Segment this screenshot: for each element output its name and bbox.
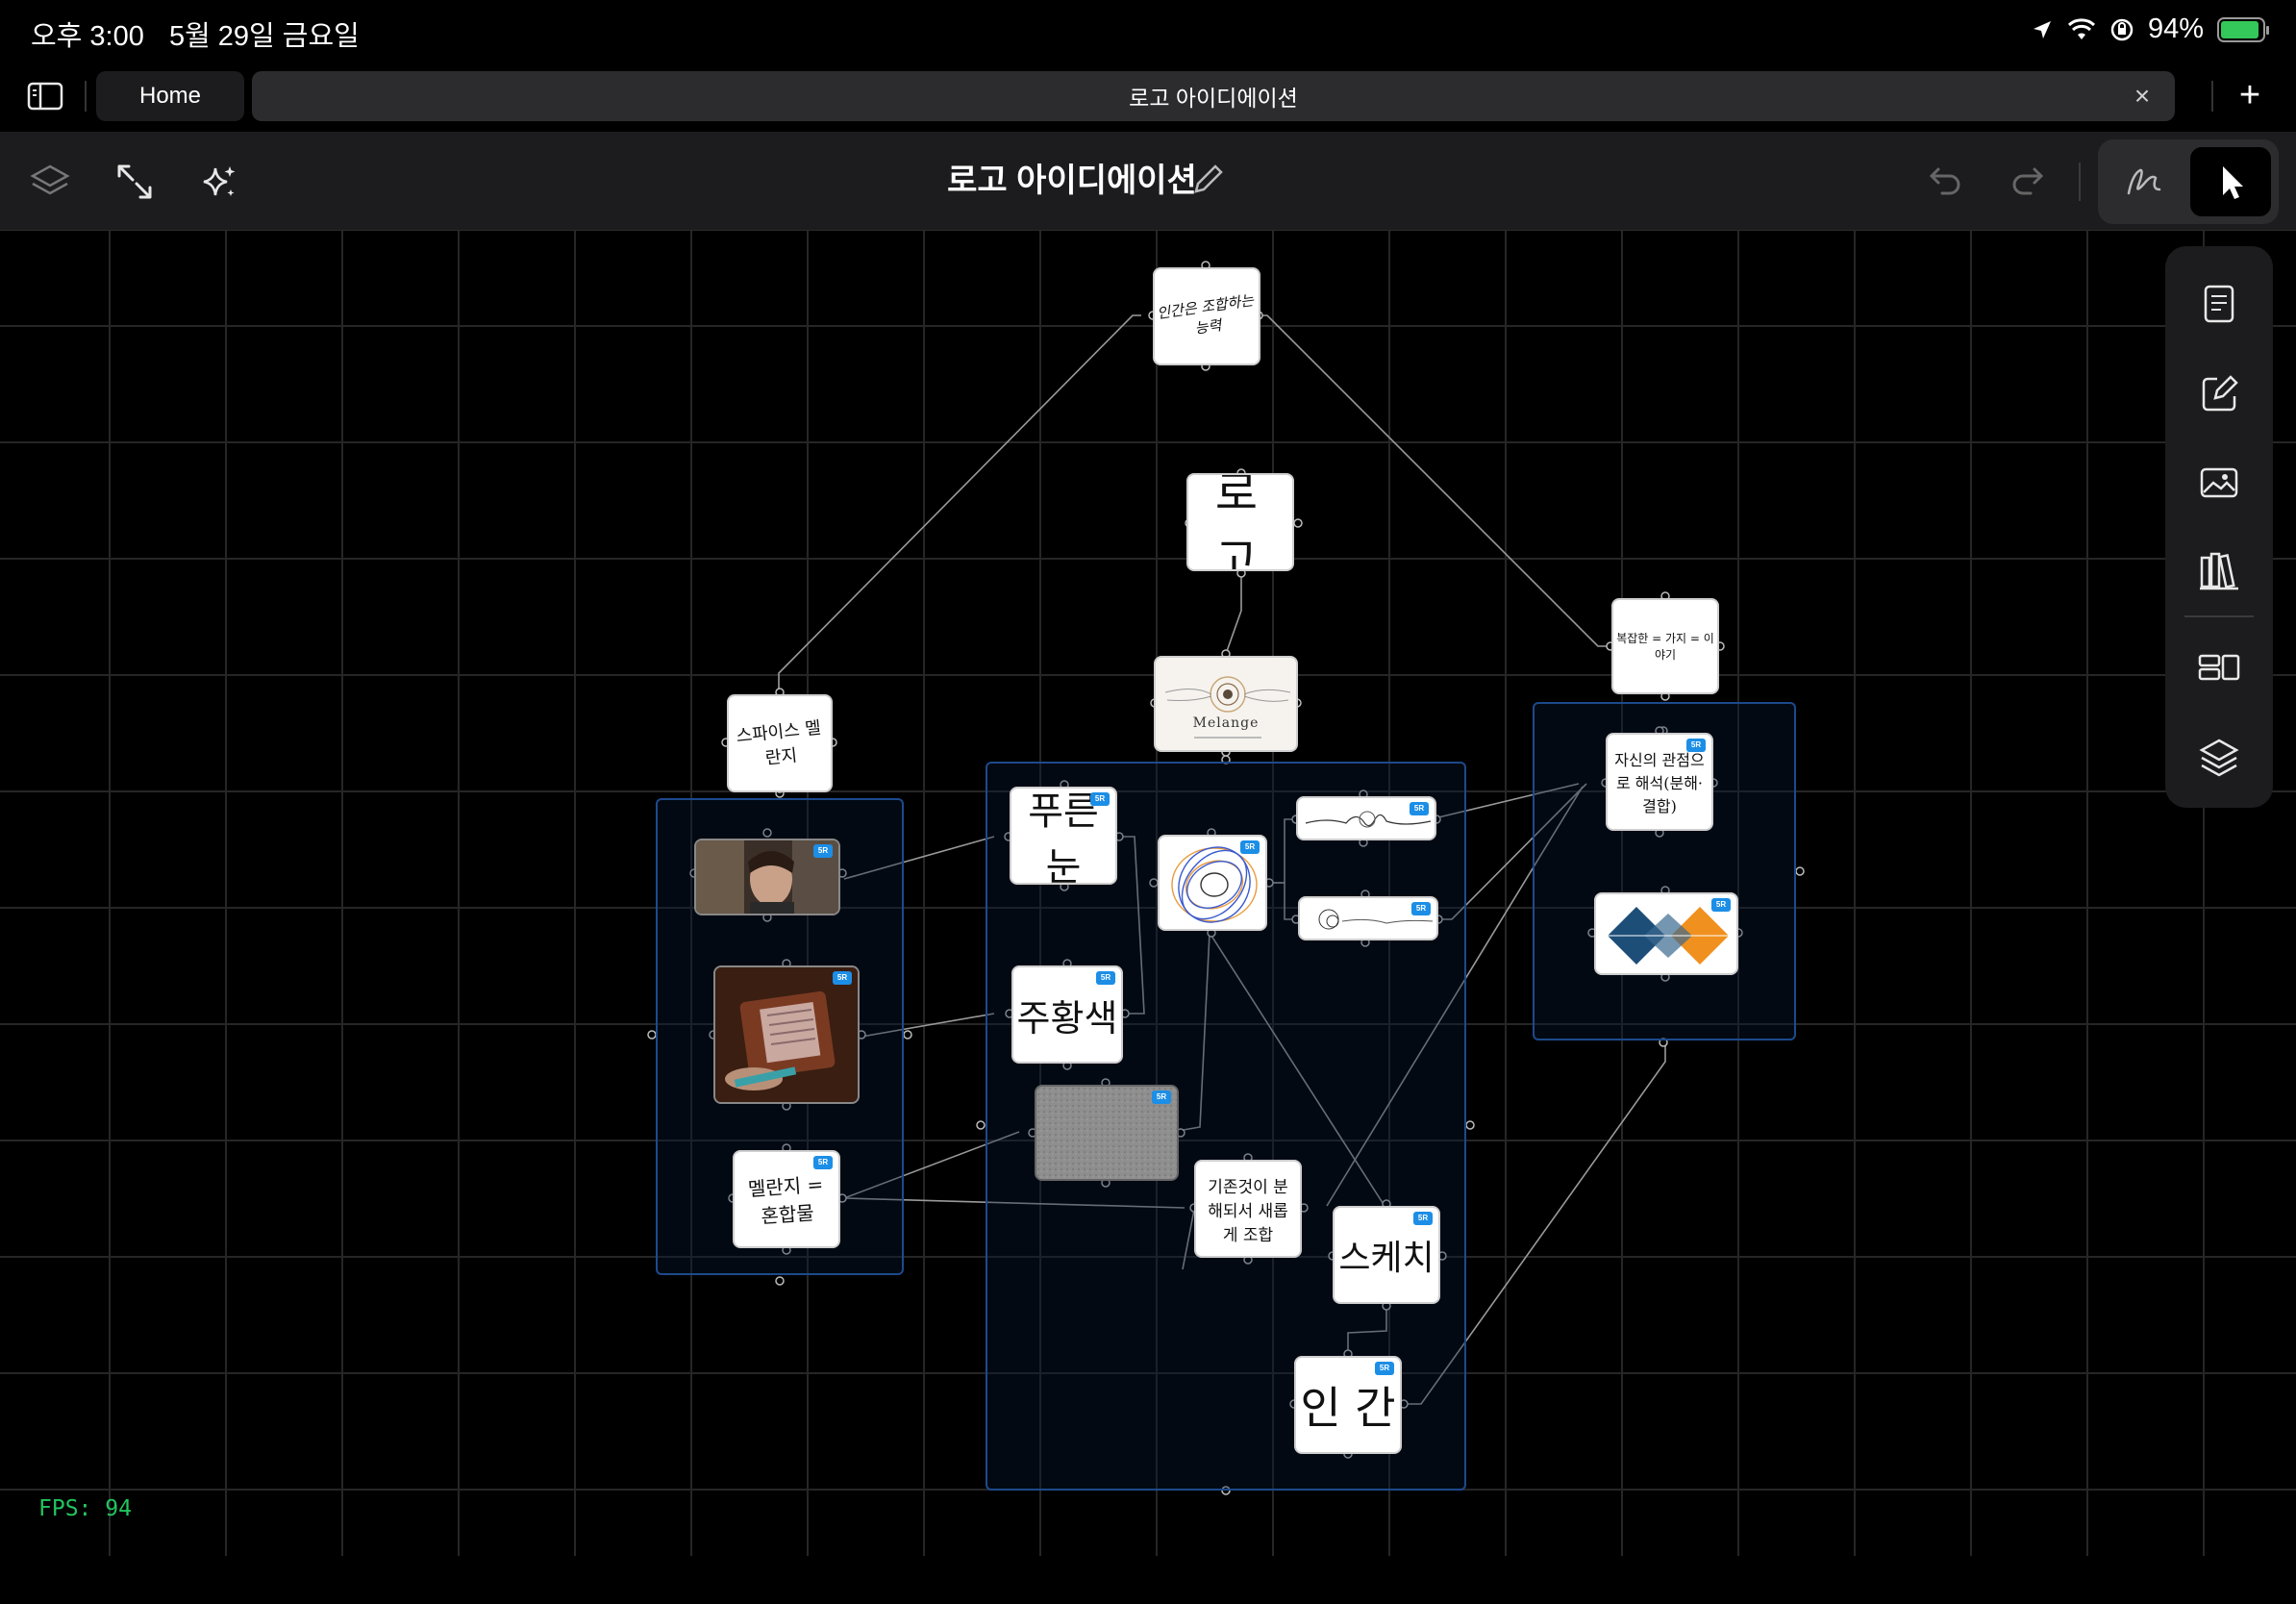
tab-home[interactable]: Home	[96, 71, 244, 121]
link-top-to-spice	[778, 314, 1141, 692]
card-badge: 5R	[813, 844, 833, 858]
close-icon[interactable]: ×	[2127, 81, 2158, 112]
card-melange-mix[interactable]: 멜란지 = 혼합물 5R	[733, 1150, 840, 1248]
pen-tool-icon	[2127, 168, 2161, 195]
card-combine-note[interactable]: 기존것이 분해되서 새롭게 조합	[1194, 1160, 1302, 1258]
undo-icon[interactable]	[1923, 161, 1965, 203]
fps-counter: FPS: 94	[38, 1496, 132, 1521]
sidebar-toggle-icon[interactable]	[27, 81, 65, 112]
status-time: 오후 3:00	[31, 21, 144, 52]
expand-icon[interactable]	[113, 161, 156, 203]
card-top-note[interactable]: 인간은 조합하는 능력	[1153, 267, 1260, 365]
card-line-sketch-2[interactable]: 5R	[1298, 896, 1438, 940]
photo-spice-box-image	[715, 967, 858, 1102]
pointer-tool-button[interactable]	[2190, 147, 2271, 216]
canvas-bottom-bar	[0, 1556, 2296, 1604]
card-combine-note-text: 기존것이 분해되서 새롭게 조합	[1208, 1177, 1288, 1245]
panel-divider	[2184, 615, 2254, 617]
card-logo-text: 로 고	[1214, 473, 1266, 571]
card-diamond-diagram[interactable]: 5R	[1594, 892, 1738, 975]
layers-icon[interactable]	[29, 161, 71, 203]
tool-mode-group	[2098, 139, 2279, 224]
card-melange-image[interactable]: Melange	[1154, 656, 1298, 752]
card-badge: 5R	[1090, 792, 1110, 806]
note-icon[interactable]	[2194, 279, 2244, 329]
card-right-note[interactable]: 자신의 관점으로 해석(분해·결합) 5R	[1606, 733, 1713, 831]
tab-logo-ideation[interactable]: 로고 아이디에이션 ×	[252, 71, 2175, 121]
battery-percent: 94%	[2147, 13, 2204, 44]
stack-icon[interactable]	[2194, 733, 2244, 783]
sparkle-icon[interactable]	[198, 161, 240, 203]
card-human[interactable]: 인 간 5R	[1294, 1356, 1402, 1454]
orientation-lock-icon	[2110, 18, 2134, 40]
status-datetime: 오후 3:00 5월 29일 금요일	[31, 13, 377, 54]
card-photo-paul[interactable]: 5R	[694, 839, 840, 915]
card-orange[interactable]: 주황색 5R	[1011, 965, 1123, 1064]
redo-icon[interactable]	[2008, 161, 2050, 203]
card-badge: 5R	[1096, 971, 1115, 985]
card-badge: 5R	[813, 1156, 833, 1169]
card-spice-note[interactable]: 스파이스 멜란지	[727, 694, 833, 792]
card-badge: 5R	[833, 971, 852, 985]
tab-label: 로고 아이디에이션	[1129, 86, 1298, 111]
location-arrow-icon	[2033, 20, 2051, 38]
pen-tool-button[interactable]	[2106, 147, 2183, 216]
card-right-top-note-text: 복잡한 = 가지 = 이야기	[1616, 632, 1714, 662]
edit-square-icon[interactable]	[2194, 369, 2244, 419]
card-badge: 5R	[1375, 1362, 1394, 1375]
pointer-icon	[2223, 166, 2243, 199]
card-logo[interactable]: 로 고	[1186, 473, 1294, 571]
card-badge: 5R	[1413, 1212, 1433, 1225]
status-date: 5월 29일 금요일	[168, 21, 360, 52]
library-icon[interactable]	[2194, 546, 2244, 596]
card-badge: 5R	[1152, 1090, 1171, 1104]
document-title-text: 로고 아이디에이션	[947, 163, 1197, 199]
card-line-sketch-1[interactable]: 5R	[1296, 796, 1436, 840]
insert-side-panel	[2165, 246, 2273, 808]
battery-level	[2221, 20, 2259, 38]
card-badge: 5R	[1410, 802, 1429, 815]
card-right-top-note[interactable]: 복잡한 = 가지 = 이야기	[1611, 598, 1719, 694]
image-icon[interactable]	[2194, 458, 2244, 508]
add-tab-button[interactable]: +	[2233, 77, 2267, 113]
status-bar: 오후 3:00 5월 29일 금요일 94%	[0, 0, 2296, 62]
card-badge: 5R	[1711, 898, 1731, 912]
pencil-edit-icon[interactable]	[1188, 161, 1227, 199]
wifi-icon	[2067, 17, 2095, 39]
battery-charging-icon	[2217, 16, 2269, 42]
card-spice-note-text: 스파이스 멜란지	[735, 717, 822, 769]
toolbar: 로고 아이디에이션	[0, 132, 2296, 231]
card-swirl[interactable]: 5R	[1158, 835, 1267, 931]
card-sketch[interactable]: 스케치 5R	[1333, 1206, 1440, 1304]
tab-divider	[85, 81, 87, 112]
card-badge: 5R	[1411, 902, 1431, 915]
layout-icon[interactable]	[2194, 642, 2244, 692]
card-blue-eyes[interactable]: 푸른 눈 5R	[1010, 787, 1117, 885]
melange-label: Melange	[1192, 715, 1260, 731]
status-indicators: 94%	[2031, 13, 2269, 45]
card-top-note-text: 인간은 조합하는 능력	[1156, 291, 1256, 338]
whiteboard-canvas[interactable]: 인간은 조합하는 능력 로 고 Melange 복잡한 = 가지 = 이야기 스…	[0, 231, 2296, 1556]
document-title[interactable]: 로고 아이디에이션	[913, 156, 1231, 206]
tab-bar: Home 로고 아이디에이션 × +	[0, 62, 2296, 131]
link-top-to-right	[1258, 314, 1610, 647]
toolbar-divider	[2079, 163, 2081, 201]
card-badge: 5R	[1686, 739, 1706, 752]
tab-divider	[2211, 81, 2213, 112]
card-badge: 5R	[1240, 840, 1260, 854]
melange-caption-line	[1194, 737, 1261, 739]
card-texture[interactable]: 5R	[1035, 1085, 1179, 1181]
card-photo-spice-box[interactable]: 5R	[713, 965, 860, 1104]
